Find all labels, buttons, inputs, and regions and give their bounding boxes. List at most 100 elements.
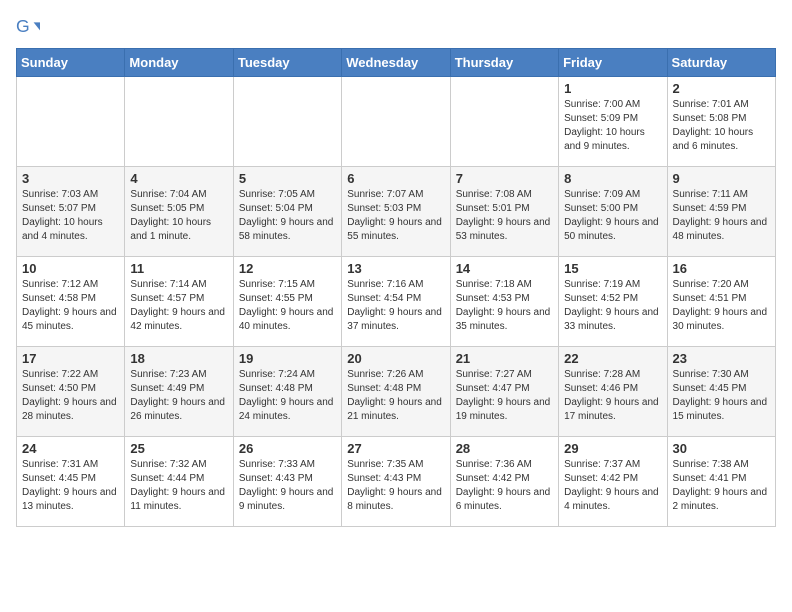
calendar-cell: 4Sunrise: 7:04 AM Sunset: 5:05 PM Daylig…	[125, 167, 233, 257]
svg-text:G: G	[16, 16, 30, 36]
calendar-cell: 23 Sunrise: 7:30 AM Sunset: 4:45 PM Dayli…	[667, 347, 775, 437]
logo: G	[16, 16, 44, 40]
calendar-cell: 18 Sunrise: 7:23 AM Sunset: 4:49 PM Dayli…	[125, 347, 233, 437]
day-number: 12	[239, 261, 336, 276]
calendar-cell: 1 Sunrise: 7:00 AM Sunset: 5:09 PM Daylig…	[559, 77, 667, 167]
day-number: 23	[673, 351, 770, 366]
day-number: 1	[564, 81, 661, 96]
calendar-cell: 10 Sunrise: 7:12 AM Sunset: 4:58 PM Dayli…	[17, 257, 125, 347]
day-info: Sunrise: 7:24 AM Sunset: 4:48 PM Dayligh…	[239, 368, 336, 424]
day-number: 11	[130, 261, 227, 276]
day-number: 18	[130, 351, 227, 366]
day-number: 2	[673, 81, 770, 96]
calendar-cell: 14 Sunrise: 7:18 AM Sunset: 4:53 PM Dayli…	[450, 257, 558, 347]
day-info: Sunrise: 7:26 AM Sunset: 4:48 PM Dayligh…	[347, 368, 444, 424]
weekday-header: Thursday	[450, 49, 558, 77]
weekday-header: Saturday	[667, 49, 775, 77]
calendar-cell: 19 Sunrise: 7:24 AM Sunset: 4:48 PM Dayli…	[233, 347, 341, 437]
calendar-cell: 16Sunrise: 7:20 AM Sunset: 4:51 PM Dayli…	[667, 257, 775, 347]
day-number: 29	[564, 441, 661, 456]
weekday-header: Monday	[125, 49, 233, 77]
calendar-body: 1 Sunrise: 7:00 AM Sunset: 5:09 PM Daylig…	[17, 77, 776, 527]
calendar-cell: 9 Sunrise: 7:11 AM Sunset: 4:59 PM Daylig…	[667, 167, 775, 257]
day-number: 10	[22, 261, 119, 276]
calendar-week-row: 3 Sunrise: 7:03 AM Sunset: 5:07 PM Daylig…	[17, 167, 776, 257]
calendar-week-row: 10 Sunrise: 7:12 AM Sunset: 4:58 PM Dayli…	[17, 257, 776, 347]
day-info: Sunrise: 7:18 AM Sunset: 4:53 PM Dayligh…	[456, 278, 553, 334]
day-info: Sunrise: 7:22 AM Sunset: 4:50 PM Dayligh…	[22, 368, 119, 424]
calendar-cell: 3 Sunrise: 7:03 AM Sunset: 5:07 PM Daylig…	[17, 167, 125, 257]
calendar-cell	[342, 77, 450, 167]
day-info: Sunrise: 7:37 AM Sunset: 4:42 PM Dayligh…	[564, 458, 661, 514]
calendar-cell: 29 Sunrise: 7:37 AM Sunset: 4:42 PM Dayli…	[559, 437, 667, 527]
calendar-cell: 21 Sunrise: 7:27 AM Sunset: 4:47 PM Dayli…	[450, 347, 558, 437]
calendar-cell: 27 Sunrise: 7:35 AM Sunset: 4:43 PM Dayli…	[342, 437, 450, 527]
day-info: Sunrise: 7:03 AM Sunset: 5:07 PM Dayligh…	[22, 188, 119, 244]
day-number: 25	[130, 441, 227, 456]
header: G	[16, 16, 776, 40]
day-number: 28	[456, 441, 553, 456]
calendar-cell: 13 Sunrise: 7:16 AM Sunset: 4:54 PM Dayli…	[342, 257, 450, 347]
weekday-header: Wednesday	[342, 49, 450, 77]
day-number: 6	[347, 171, 444, 186]
day-number: 15	[564, 261, 661, 276]
day-number: 3	[22, 171, 119, 186]
calendar-cell: 7 Sunrise: 7:08 AM Sunset: 5:01 PM Daylig…	[450, 167, 558, 257]
day-info: Sunrise: 7:04 AM Sunset: 5:05 PM Dayligh…	[130, 188, 227, 244]
calendar-cell: 20 Sunrise: 7:26 AM Sunset: 4:48 PM Dayli…	[342, 347, 450, 437]
day-number: 20	[347, 351, 444, 366]
day-info: Sunrise: 7:30 AM Sunset: 4:45 PM Dayligh…	[673, 368, 770, 424]
calendar-cell: 30 Sunrise: 7:38 AM Sunset: 4:41 PM Dayli…	[667, 437, 775, 527]
calendar-cell: 17 Sunrise: 7:22 AM Sunset: 4:50 PM Dayli…	[17, 347, 125, 437]
day-number: 14	[456, 261, 553, 276]
day-info: Sunrise: 7:11 AM Sunset: 4:59 PM Dayligh…	[673, 188, 770, 244]
weekday-header: Tuesday	[233, 49, 341, 77]
calendar-cell: 24Sunrise: 7:31 AM Sunset: 4:45 PM Dayli…	[17, 437, 125, 527]
day-info: Sunrise: 7:16 AM Sunset: 4:54 PM Dayligh…	[347, 278, 444, 334]
day-number: 27	[347, 441, 444, 456]
calendar-week-row: 24Sunrise: 7:31 AM Sunset: 4:45 PM Dayli…	[17, 437, 776, 527]
weekday-header: Friday	[559, 49, 667, 77]
calendar-cell: 5Sunrise: 7:05 AM Sunset: 5:04 PM Daylig…	[233, 167, 341, 257]
weekday-header-row: SundayMondayTuesdayWednesdayThursdayFrid…	[17, 49, 776, 77]
calendar-week-row: 17 Sunrise: 7:22 AM Sunset: 4:50 PM Dayli…	[17, 347, 776, 437]
day-info: Sunrise: 7:33 AM Sunset: 4:43 PM Dayligh…	[239, 458, 336, 514]
day-number: 30	[673, 441, 770, 456]
day-number: 7	[456, 171, 553, 186]
calendar-week-row: 1 Sunrise: 7:00 AM Sunset: 5:09 PM Daylig…	[17, 77, 776, 167]
calendar-cell: 8 Sunrise: 7:09 AM Sunset: 5:00 PM Daylig…	[559, 167, 667, 257]
day-info: Sunrise: 7:12 AM Sunset: 4:58 PM Dayligh…	[22, 278, 119, 334]
calendar-table: SundayMondayTuesdayWednesdayThursdayFrid…	[16, 48, 776, 527]
weekday-header: Sunday	[17, 49, 125, 77]
day-number: 21	[456, 351, 553, 366]
calendar-cell: 11Sunrise: 7:14 AM Sunset: 4:57 PM Dayli…	[125, 257, 233, 347]
day-info: Sunrise: 7:00 AM Sunset: 5:09 PM Dayligh…	[564, 98, 661, 154]
calendar-cell	[17, 77, 125, 167]
day-info: Sunrise: 7:15 AM Sunset: 4:55 PM Dayligh…	[239, 278, 336, 334]
day-info: Sunrise: 7:32 AM Sunset: 4:44 PM Dayligh…	[130, 458, 227, 514]
day-number: 13	[347, 261, 444, 276]
day-info: Sunrise: 7:09 AM Sunset: 5:00 PM Dayligh…	[564, 188, 661, 244]
day-number: 19	[239, 351, 336, 366]
calendar-cell	[450, 77, 558, 167]
day-number: 22	[564, 351, 661, 366]
calendar-cell: 6 Sunrise: 7:07 AM Sunset: 5:03 PM Daylig…	[342, 167, 450, 257]
day-info: Sunrise: 7:35 AM Sunset: 4:43 PM Dayligh…	[347, 458, 444, 514]
calendar-header: SundayMondayTuesdayWednesdayThursdayFrid…	[17, 49, 776, 77]
day-info: Sunrise: 7:38 AM Sunset: 4:41 PM Dayligh…	[673, 458, 770, 514]
day-info: Sunrise: 7:36 AM Sunset: 4:42 PM Dayligh…	[456, 458, 553, 514]
day-number: 9	[673, 171, 770, 186]
day-info: Sunrise: 7:07 AM Sunset: 5:03 PM Dayligh…	[347, 188, 444, 244]
calendar-cell: 28 Sunrise: 7:36 AM Sunset: 4:42 PM Dayli…	[450, 437, 558, 527]
day-number: 17	[22, 351, 119, 366]
calendar-cell: 2 Sunrise: 7:01 AM Sunset: 5:08 PM Daylig…	[667, 77, 775, 167]
day-info: Sunrise: 7:27 AM Sunset: 4:47 PM Dayligh…	[456, 368, 553, 424]
calendar-cell: 22Sunrise: 7:28 AM Sunset: 4:46 PM Dayli…	[559, 347, 667, 437]
day-info: Sunrise: 7:01 AM Sunset: 5:08 PM Dayligh…	[673, 98, 770, 154]
day-number: 8	[564, 171, 661, 186]
day-info: Sunrise: 7:31 AM Sunset: 4:45 PM Dayligh…	[22, 458, 119, 514]
calendar-cell: 12 Sunrise: 7:15 AM Sunset: 4:55 PM Dayli…	[233, 257, 341, 347]
day-info: Sunrise: 7:19 AM Sunset: 4:52 PM Dayligh…	[564, 278, 661, 334]
day-info: Sunrise: 7:08 AM Sunset: 5:01 PM Dayligh…	[456, 188, 553, 244]
day-info: Sunrise: 7:23 AM Sunset: 4:49 PM Dayligh…	[130, 368, 227, 424]
